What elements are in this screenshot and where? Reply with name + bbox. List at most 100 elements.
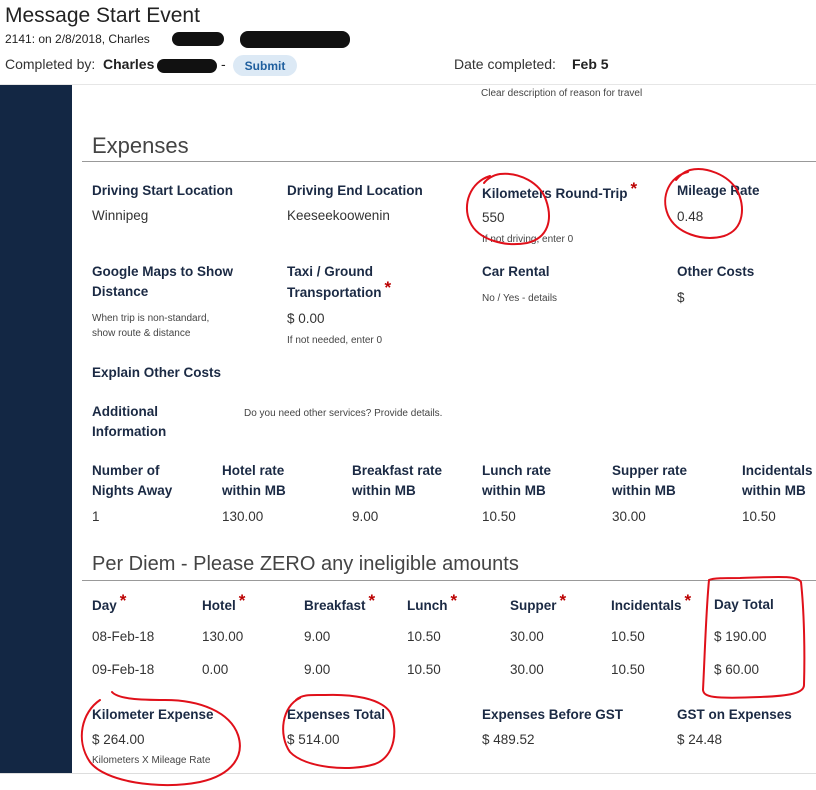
rate-label-line1: Lunch rate bbox=[482, 463, 552, 478]
annotation-circle-mileage bbox=[664, 168, 743, 239]
driving-start-label: Driving Start Location bbox=[92, 183, 234, 198]
subtitle-prefix: 2141: on 2/8/2018, Charles bbox=[5, 32, 150, 46]
additional-info-label-line1: Additional bbox=[92, 404, 158, 419]
mileage-rate-field[interactable]: 0.48 bbox=[677, 209, 703, 224]
rate-breakfast-label: Breakfast rate within MB bbox=[352, 461, 442, 501]
redaction-mark bbox=[157, 59, 217, 73]
rate-label-line2: within MB bbox=[482, 483, 546, 498]
per-diem-day-cell: 08-Feb-18 bbox=[92, 629, 155, 644]
km-expense-label: Kilometer Expense bbox=[92, 707, 214, 722]
section-divider bbox=[82, 580, 816, 581]
rate-hotel-field[interactable]: 130.00 bbox=[222, 509, 263, 524]
col-day-total-header: Day Total bbox=[714, 597, 774, 612]
per-diem-supper-field[interactable]: 30.00 bbox=[510, 662, 544, 677]
col-day-header: Day * bbox=[92, 591, 126, 616]
google-maps-hint-line2: show route & distance bbox=[92, 328, 191, 339]
rate-lunch-field[interactable]: 10.50 bbox=[482, 509, 516, 524]
rate-label-line2: within MB bbox=[742, 483, 806, 498]
before-gst-label: Expenses Before GST bbox=[482, 707, 624, 722]
per-diem-day-total-cell: $ 190.00 bbox=[714, 629, 767, 644]
per-diem-incidentals-field[interactable]: 10.50 bbox=[611, 662, 645, 677]
submit-button[interactable]: Submit bbox=[233, 55, 297, 76]
rate-nights-label: Number of Nights Away bbox=[92, 461, 172, 501]
per-diem-day-total-cell: $ 60.00 bbox=[714, 662, 760, 677]
completed-by-label: Completed by: bbox=[5, 56, 96, 72]
per-diem-lunch-field[interactable]: 10.50 bbox=[407, 629, 441, 644]
per-diem-hotel-field[interactable]: 130.00 bbox=[202, 629, 243, 644]
redaction-mark bbox=[172, 32, 224, 46]
rate-label-line2: within MB bbox=[222, 483, 286, 498]
column-header-text: Day bbox=[92, 598, 117, 613]
rate-label-line1: Breakfast rate bbox=[352, 463, 443, 478]
additional-info-label-line2: Information bbox=[92, 424, 167, 439]
required-marker: * bbox=[384, 278, 392, 297]
col-breakfast-header: Breakfast * bbox=[304, 591, 375, 616]
taxi-label-line2: Transportation bbox=[287, 285, 382, 300]
rate-incidentals-label: Incidentals within MB bbox=[742, 461, 813, 501]
other-costs-field[interactable]: $ bbox=[677, 290, 685, 305]
per-diem-breakfast-field[interactable]: 9.00 bbox=[304, 662, 330, 677]
expenses-total-label: Expenses Total bbox=[287, 707, 386, 722]
rate-label-line1: Hotel rate bbox=[222, 463, 285, 478]
header-divider bbox=[0, 84, 816, 85]
per-diem-heading: Per Diem - Please ZERO any ineligible am… bbox=[92, 553, 519, 575]
rate-breakfast-field[interactable]: 9.00 bbox=[352, 509, 378, 524]
required-marker: * bbox=[630, 179, 638, 198]
expenses-total-value: $ 514.00 bbox=[287, 732, 340, 747]
per-diem-incidentals-field[interactable]: 10.50 bbox=[611, 629, 645, 644]
google-maps-label-line2: Distance bbox=[92, 284, 149, 299]
redaction-mark bbox=[240, 31, 350, 48]
col-supper-header: Supper * bbox=[510, 591, 566, 616]
column-header-text: Breakfast bbox=[304, 598, 366, 613]
rate-lunch-label: Lunch rate within MB bbox=[482, 461, 551, 501]
rate-label-line2: Nights Away bbox=[92, 483, 173, 498]
rate-label-line2: within MB bbox=[352, 483, 416, 498]
per-diem-breakfast-field[interactable]: 9.00 bbox=[304, 629, 330, 644]
mileage-rate-label: Mileage Rate bbox=[677, 183, 760, 198]
per-diem-lunch-field[interactable]: 10.50 bbox=[407, 662, 441, 677]
km-expense-value: $ 264.00 bbox=[92, 732, 145, 747]
google-maps-label: Google Maps to Show Distance bbox=[92, 262, 233, 302]
per-diem-day-cell: 09-Feb-18 bbox=[92, 662, 155, 677]
reason-for-travel-hint: Clear description of reason for travel bbox=[481, 88, 643, 99]
additional-info-label: Additional Information bbox=[92, 402, 166, 442]
rate-incidentals-field[interactable]: 10.50 bbox=[742, 509, 776, 524]
google-maps-hint-line1: When trip is non-standard, bbox=[92, 313, 210, 324]
additional-info-hint: Do you need other services? Provide deta… bbox=[244, 408, 443, 419]
page-title: Message Start Event bbox=[5, 4, 200, 27]
before-gst-value: $ 489.52 bbox=[482, 732, 535, 747]
explain-other-costs-label: Explain Other Costs bbox=[92, 365, 222, 380]
km-expense-hint: Kilometers X Mileage Rate bbox=[92, 755, 211, 766]
rate-supper-label: Supper rate within MB bbox=[612, 461, 687, 501]
column-header-text: Incidentals bbox=[611, 598, 682, 613]
taxi-hint: If not needed, enter 0 bbox=[287, 335, 383, 346]
car-rental-hint: No / Yes - details bbox=[482, 293, 558, 304]
rate-label-line1: Incidentals bbox=[742, 463, 813, 478]
expenses-heading: Expenses bbox=[92, 133, 189, 158]
required-marker: * bbox=[450, 591, 458, 610]
driving-start-field[interactable]: Winnipeg bbox=[92, 208, 148, 223]
required-marker: * bbox=[119, 591, 127, 610]
per-diem-hotel-field[interactable]: 0.00 bbox=[202, 662, 228, 677]
completed-by-name: Charles bbox=[103, 56, 155, 72]
per-diem-supper-field[interactable]: 30.00 bbox=[510, 629, 544, 644]
gst-label: GST on Expenses bbox=[677, 707, 792, 722]
rate-nights-field[interactable]: 1 bbox=[92, 509, 100, 524]
car-rental-label: Car Rental bbox=[482, 264, 550, 279]
taxi-field[interactable]: $ 0.00 bbox=[287, 311, 325, 326]
col-hotel-header: Hotel * bbox=[202, 591, 245, 616]
required-marker: * bbox=[368, 591, 376, 610]
column-header-text: Lunch bbox=[407, 598, 448, 613]
column-header-text: Supper bbox=[510, 598, 557, 613]
google-maps-label-line1: Google Maps to Show bbox=[92, 264, 233, 279]
left-sidebar bbox=[0, 85, 72, 773]
col-incidentals-header: Incidentals * bbox=[611, 591, 691, 616]
rate-supper-field[interactable]: 30.00 bbox=[612, 509, 646, 524]
other-costs-label: Other Costs bbox=[677, 264, 755, 279]
column-header-text: Hotel bbox=[202, 598, 236, 613]
col-lunch-header: Lunch * bbox=[407, 591, 457, 616]
section-divider bbox=[82, 161, 816, 162]
km-roundtrip-label-text: Kilometers Round-Trip bbox=[482, 186, 628, 201]
km-roundtrip-field[interactable]: 550 bbox=[482, 210, 505, 225]
driving-end-field[interactable]: Keeseekoowenin bbox=[287, 208, 390, 223]
